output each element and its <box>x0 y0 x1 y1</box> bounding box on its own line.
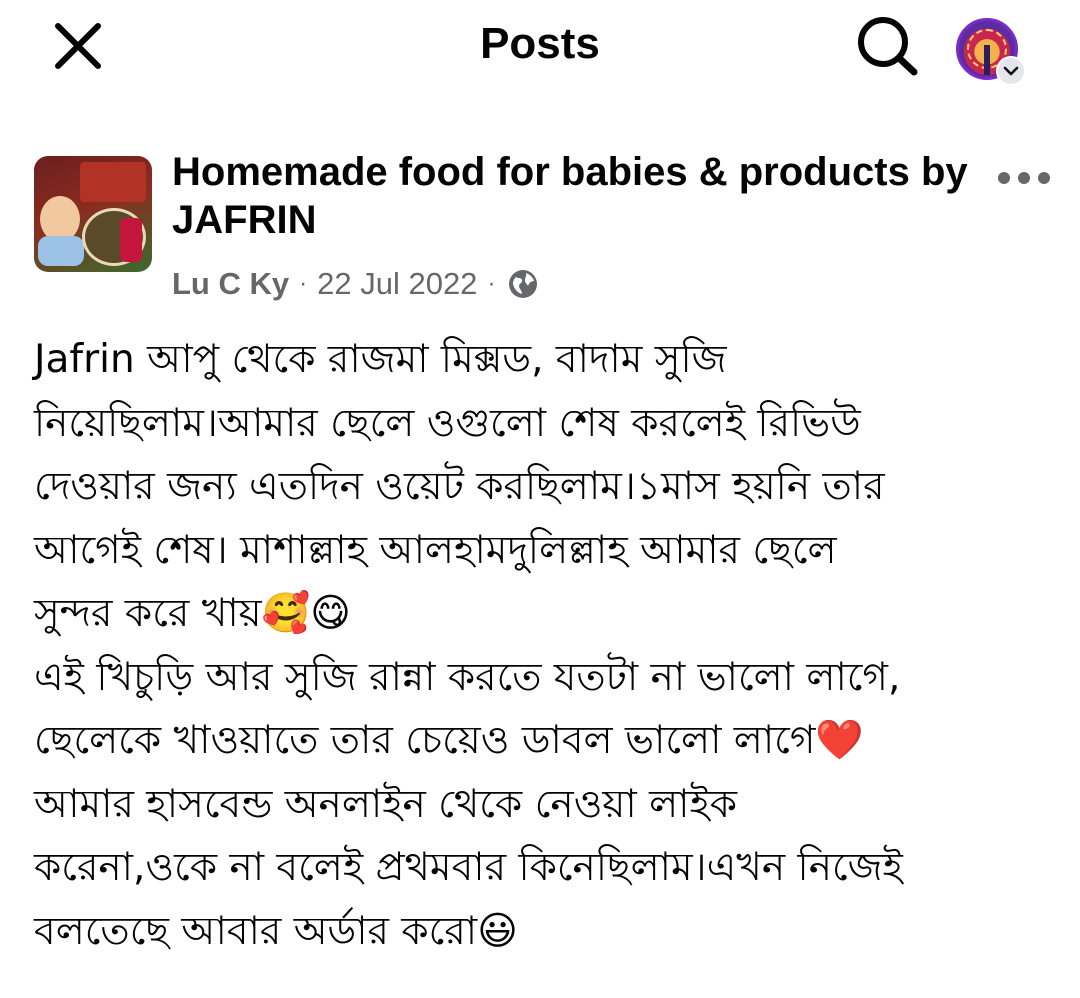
meta-separator: · <box>487 270 496 297</box>
post-text-line: এই খিচুড়ি আর সুজি রান্না করতে যতটা না ভ… <box>34 654 901 700</box>
profile-chevron-badge <box>996 56 1026 86</box>
post-text-line: দেওয়ার জন্য এতদিন ওয়েট করছিলাম।১মাস হয… <box>34 464 885 509</box>
post-text-line: Jafrin আপু থেকে রাজমা মিক্সড, বাদাম সুজি <box>34 337 727 382</box>
post-text-line: বলতেছে আবার অর্ডার করো😃 <box>34 908 518 954</box>
post-timestamp[interactable]: 22 Jul 2022 <box>317 266 477 302</box>
more-options-button[interactable] <box>996 164 1052 192</box>
post-text-line: ছেলেকে খাওয়াতে তার চেয়েও ডাবল ভালো লাগ… <box>34 718 864 763</box>
search-icon <box>858 17 918 76</box>
group-name-link[interactable]: Homemade food for babies & products by J… <box>172 148 972 244</box>
meta-separator: · <box>299 270 308 297</box>
author-link[interactable]: Lu C Ky <box>172 266 289 302</box>
profile-menu-button[interactable] <box>952 12 1032 86</box>
post-meta: Lu C Ky · 22 Jul 2022 · <box>172 264 539 304</box>
post-text-line: আগেই শেষ। মাশাল্লাহ আলহামদুলিল্লাহ আমার … <box>34 527 837 573</box>
chevron-down-icon <box>1003 66 1019 76</box>
post-text-line: সুন্দর করে খায়🥰😋 <box>34 591 351 636</box>
globe-icon <box>509 270 538 298</box>
post-text-line: নিয়েছিলাম।আমার ছেলে ওগুলো শেষ করলেই রিভ… <box>34 400 861 446</box>
group-avatar-banner <box>80 162 146 202</box>
post-text: Jafrin আপু থেকে রাজমা মিক্সড, বাদাম সুজি… <box>34 328 1050 963</box>
post-text-line: আমার হাসবেন্ড অনলাইন থেকে নেওয়া লাইক <box>34 781 738 827</box>
group-avatar[interactable] <box>34 156 152 272</box>
top-bar: Posts <box>0 0 1080 92</box>
search-button[interactable] <box>852 14 922 76</box>
more-dots-icon <box>998 172 1010 184</box>
post-text-line: করেনা,ওকে না বলেই প্রথমবার কিনেছিলাম।এখন… <box>34 845 903 890</box>
post-header: Homemade food for babies & products by J… <box>0 140 1080 310</box>
